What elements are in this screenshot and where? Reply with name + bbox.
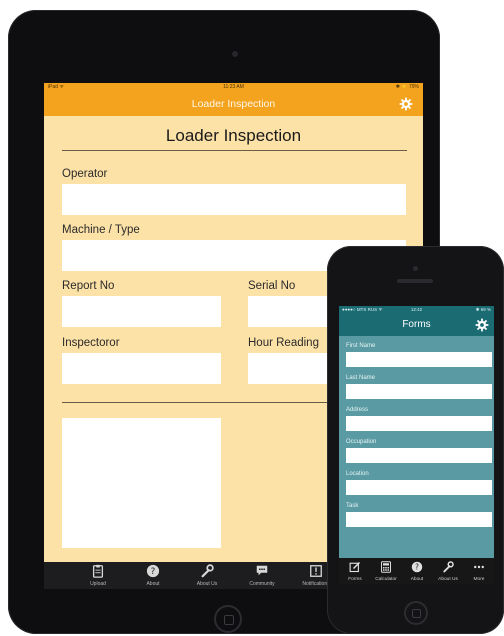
tab-label: About (410, 577, 424, 582)
signature-box[interactable] (62, 418, 221, 548)
last-name-label: Last Name (346, 375, 376, 381)
serial-no-label: Serial No (248, 280, 296, 292)
gear-icon[interactable] (475, 318, 489, 332)
tab-label: Forms (348, 577, 362, 582)
status-bar: iPad ᯤ 11:23 AM ✱ ⚡ 79% (44, 83, 423, 92)
nav-title: Loader Inspection (191, 98, 276, 110)
front-camera (232, 51, 238, 57)
tab-calculator[interactable]: Calculator (371, 558, 401, 584)
chat-icon (256, 565, 268, 576)
wrench-icon (443, 561, 454, 573)
title-divider (62, 150, 407, 151)
gear-icon[interactable] (399, 97, 413, 111)
occupation-field[interactable] (346, 448, 492, 463)
location-field[interactable] (346, 480, 492, 495)
nav-bar: Forms (339, 314, 494, 336)
inspector-field[interactable] (62, 353, 221, 384)
status-time: 12:42 (410, 307, 423, 312)
home-button[interactable] (404, 601, 428, 625)
address-label: Address (346, 407, 369, 413)
tab-about-us[interactable]: About Us (433, 558, 463, 584)
tab-community[interactable]: Community (232, 562, 292, 589)
edit-icon (349, 561, 361, 573)
status-battery: ✱ ⚡ 79% (395, 84, 419, 90)
location-label: Location (346, 471, 369, 477)
tab-about[interactable]: ? About (402, 558, 432, 584)
first-name-label: First Name (346, 343, 376, 349)
form-title: Loader Inspection (165, 126, 302, 145)
tab-more[interactable]: More (464, 558, 494, 584)
tab-label: Upload (90, 581, 106, 587)
report-no-label: Report No (62, 280, 115, 292)
help-icon: ? (411, 561, 423, 573)
home-button[interactable] (214, 605, 242, 633)
help-icon: ? (146, 564, 160, 578)
clipboard-icon (92, 564, 104, 578)
iphone-screen: ●●●●○ MTS RUS ᯤ 12:42 ✱ 69 % Forms First… (339, 306, 494, 584)
wrench-icon (201, 564, 214, 578)
tab-label: Calculator (375, 577, 397, 582)
task-field[interactable] (346, 512, 492, 527)
tab-label: About (146, 581, 160, 587)
tab-upload[interactable]: Upload (68, 562, 128, 589)
tab-about-us[interactable]: About Us (177, 562, 237, 589)
inspector-label: Inspectoror (62, 337, 120, 349)
nav-bar: Loader Inspection (44, 92, 423, 116)
status-battery: ✱ 69 % (475, 307, 491, 312)
status-bar: ●●●●○ MTS RUS ᯤ 12:42 ✱ 69 % (339, 306, 494, 314)
machine-label: Machine / Type (62, 224, 140, 236)
first-name-field[interactable] (346, 352, 492, 367)
last-name-field[interactable] (346, 384, 492, 399)
tab-bar: Forms Calculator ? About About Us More (339, 558, 494, 584)
svg-text:?: ? (415, 563, 419, 572)
occupation-label: Occupation (346, 439, 377, 445)
status-time: 11:23 AM (223, 84, 244, 90)
tab-label: Community (249, 581, 275, 587)
operator-label: Operator (62, 168, 108, 180)
operator-field[interactable] (62, 184, 406, 215)
tab-forms[interactable]: Forms (340, 558, 370, 584)
front-camera (413, 266, 418, 271)
iphone-device: ●●●●○ MTS RUS ᯤ 12:42 ✱ 69 % Forms First… (327, 246, 504, 634)
report-no-field[interactable] (62, 296, 221, 327)
nav-title: Forms (402, 319, 431, 330)
svg-text:?: ? (151, 567, 156, 577)
tab-label: About Us (438, 577, 458, 582)
alert-icon (310, 565, 322, 577)
more-icon (474, 565, 484, 569)
tab-label: About Us (196, 581, 218, 587)
tab-about[interactable]: ? About (123, 562, 183, 589)
speaker-grille (397, 279, 433, 283)
inspection-form: Loader Inspection (44, 116, 423, 146)
calculator-icon (381, 561, 391, 573)
hour-reading-label: Hour Reading (248, 337, 319, 349)
tab-label: More (473, 577, 485, 582)
address-field[interactable] (346, 416, 492, 431)
task-label: Task (346, 503, 359, 509)
